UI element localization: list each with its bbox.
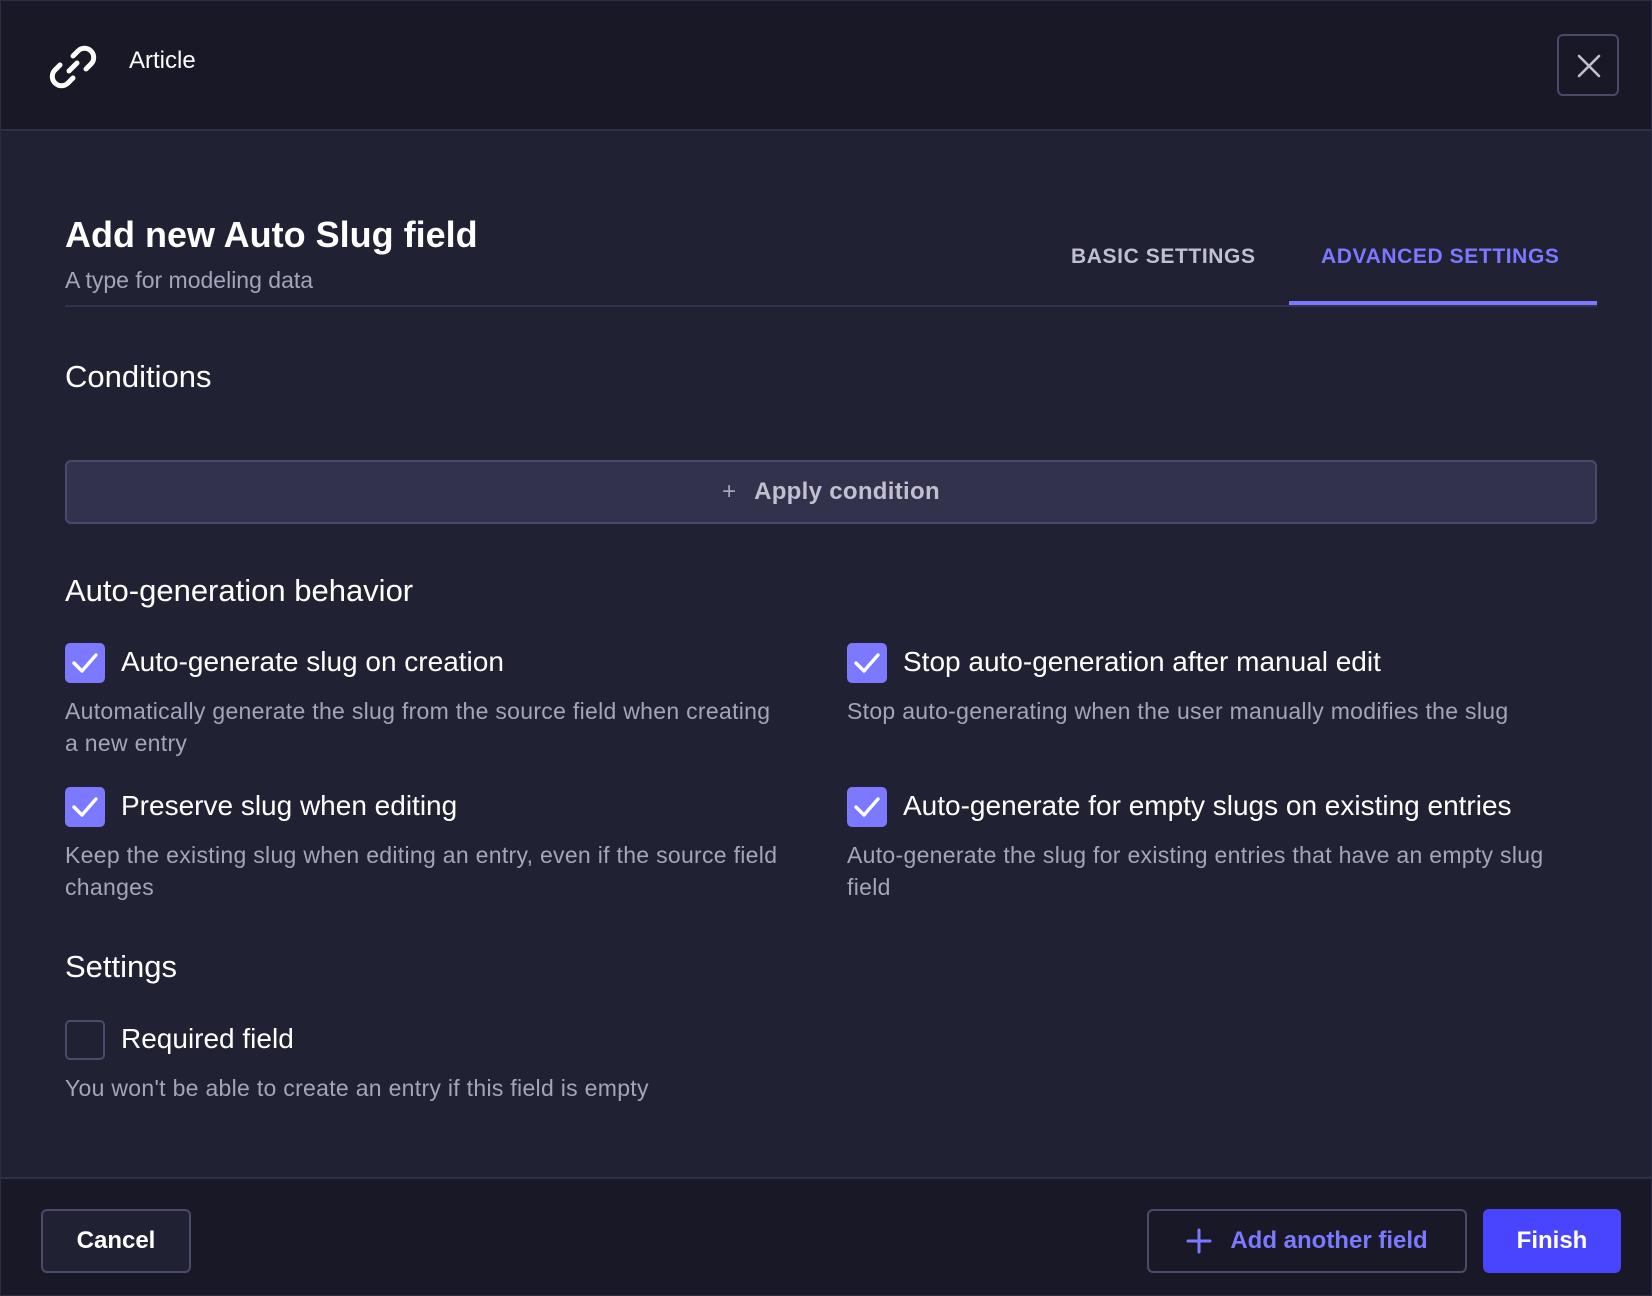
option-label: Auto-generate slug on creation	[121, 646, 504, 677]
add-another-field-button[interactable]: Add another field	[1147, 1209, 1467, 1273]
autogen-title: Auto-generation behavior	[65, 573, 414, 608]
close-button[interactable]	[1557, 34, 1619, 96]
close-icon	[1577, 54, 1601, 78]
option-label: Auto-generate for empty slugs on existin…	[903, 790, 1512, 821]
dialog-subtitle: A type for modeling data	[65, 267, 314, 293]
option-description: Automatically generate the slug from the…	[65, 698, 771, 756]
checkmark-icon	[854, 653, 880, 673]
checkbox-stop-after-manual-edit[interactable]	[847, 643, 887, 683]
active-tab-indicator	[1289, 301, 1597, 305]
apply-condition-button[interactable]: + Apply condition	[65, 460, 1597, 524]
option-label: Required field	[121, 1023, 294, 1054]
tab-basic-settings[interactable]: BASIC SETTINGS	[1071, 245, 1256, 269]
finish-button[interactable]: Finish	[1483, 1209, 1621, 1273]
checkbox-autogen-on-creation[interactable]	[65, 643, 105, 683]
option-label: Stop auto-generation after manual edit	[903, 646, 1381, 677]
link-icon	[49, 45, 97, 89]
conditions-title: Conditions	[65, 359, 212, 394]
plus-icon: +	[722, 478, 737, 505]
checkbox-preserve-slug[interactable]	[65, 787, 105, 827]
plus-icon	[1186, 1228, 1212, 1254]
add-another-field-label: Add another field	[1230, 1227, 1428, 1254]
checkbox-required-field[interactable]	[65, 1020, 105, 1060]
modal-header: Article	[1, 1, 1651, 131]
option-description: Stop auto-generating when the user manua…	[847, 698, 1509, 724]
modal-footer: Cancel Add another field Finish	[1, 1177, 1651, 1295]
option-description: You won't be able to create an entry if …	[65, 1075, 649, 1101]
dialog-title: Add new Auto Slug field	[65, 214, 478, 255]
option-label: Preserve slug when editing	[121, 790, 458, 821]
apply-condition-label: Apply condition	[754, 478, 940, 505]
checkmark-icon	[72, 797, 98, 817]
option-description: Auto-generate the slug for existing entr…	[847, 842, 1544, 900]
dialog-heading: Add new Auto Slug field A type for model…	[65, 209, 478, 294]
tabs-divider	[65, 305, 1597, 307]
tab-advanced-settings[interactable]: ADVANCED SETTINGS	[1321, 245, 1560, 269]
option-description: Keep the existing slug when editing an e…	[65, 842, 778, 900]
checkmark-icon	[854, 797, 880, 817]
settings-title: Settings	[65, 949, 178, 984]
checkbox-autogen-empty-slugs[interactable]	[847, 787, 887, 827]
modal-dialog: Article Add new Auto Slug field A type f…	[0, 0, 1652, 1296]
cancel-button[interactable]: Cancel	[41, 1209, 191, 1273]
checkmark-icon	[72, 653, 98, 673]
header-title: Article	[129, 47, 196, 74]
